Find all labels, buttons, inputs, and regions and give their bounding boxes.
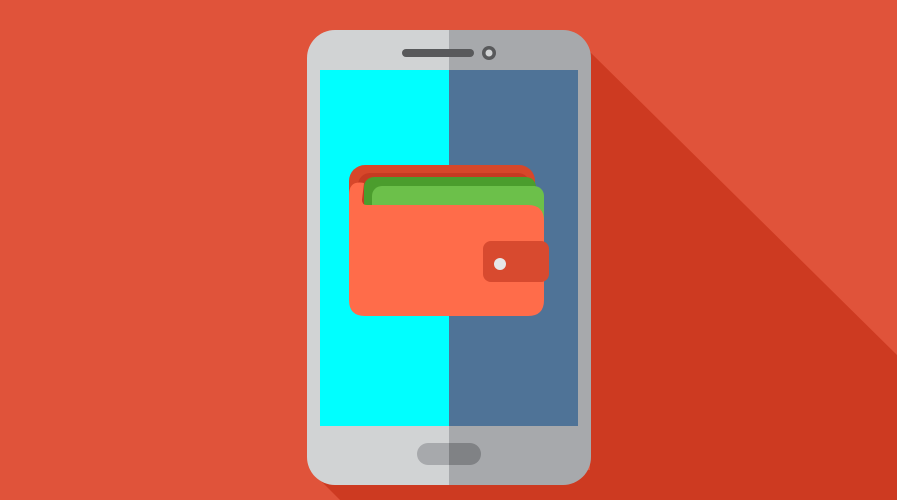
illustration-scene [0,0,897,500]
phone-wallet-artwork [307,30,897,500]
wallet-snap-button [494,258,506,270]
front-camera [485,49,493,57]
home-button [417,443,481,465]
speaker-grille [402,49,474,57]
wallet-icon [349,165,549,316]
wallet-clasp [483,241,549,282]
